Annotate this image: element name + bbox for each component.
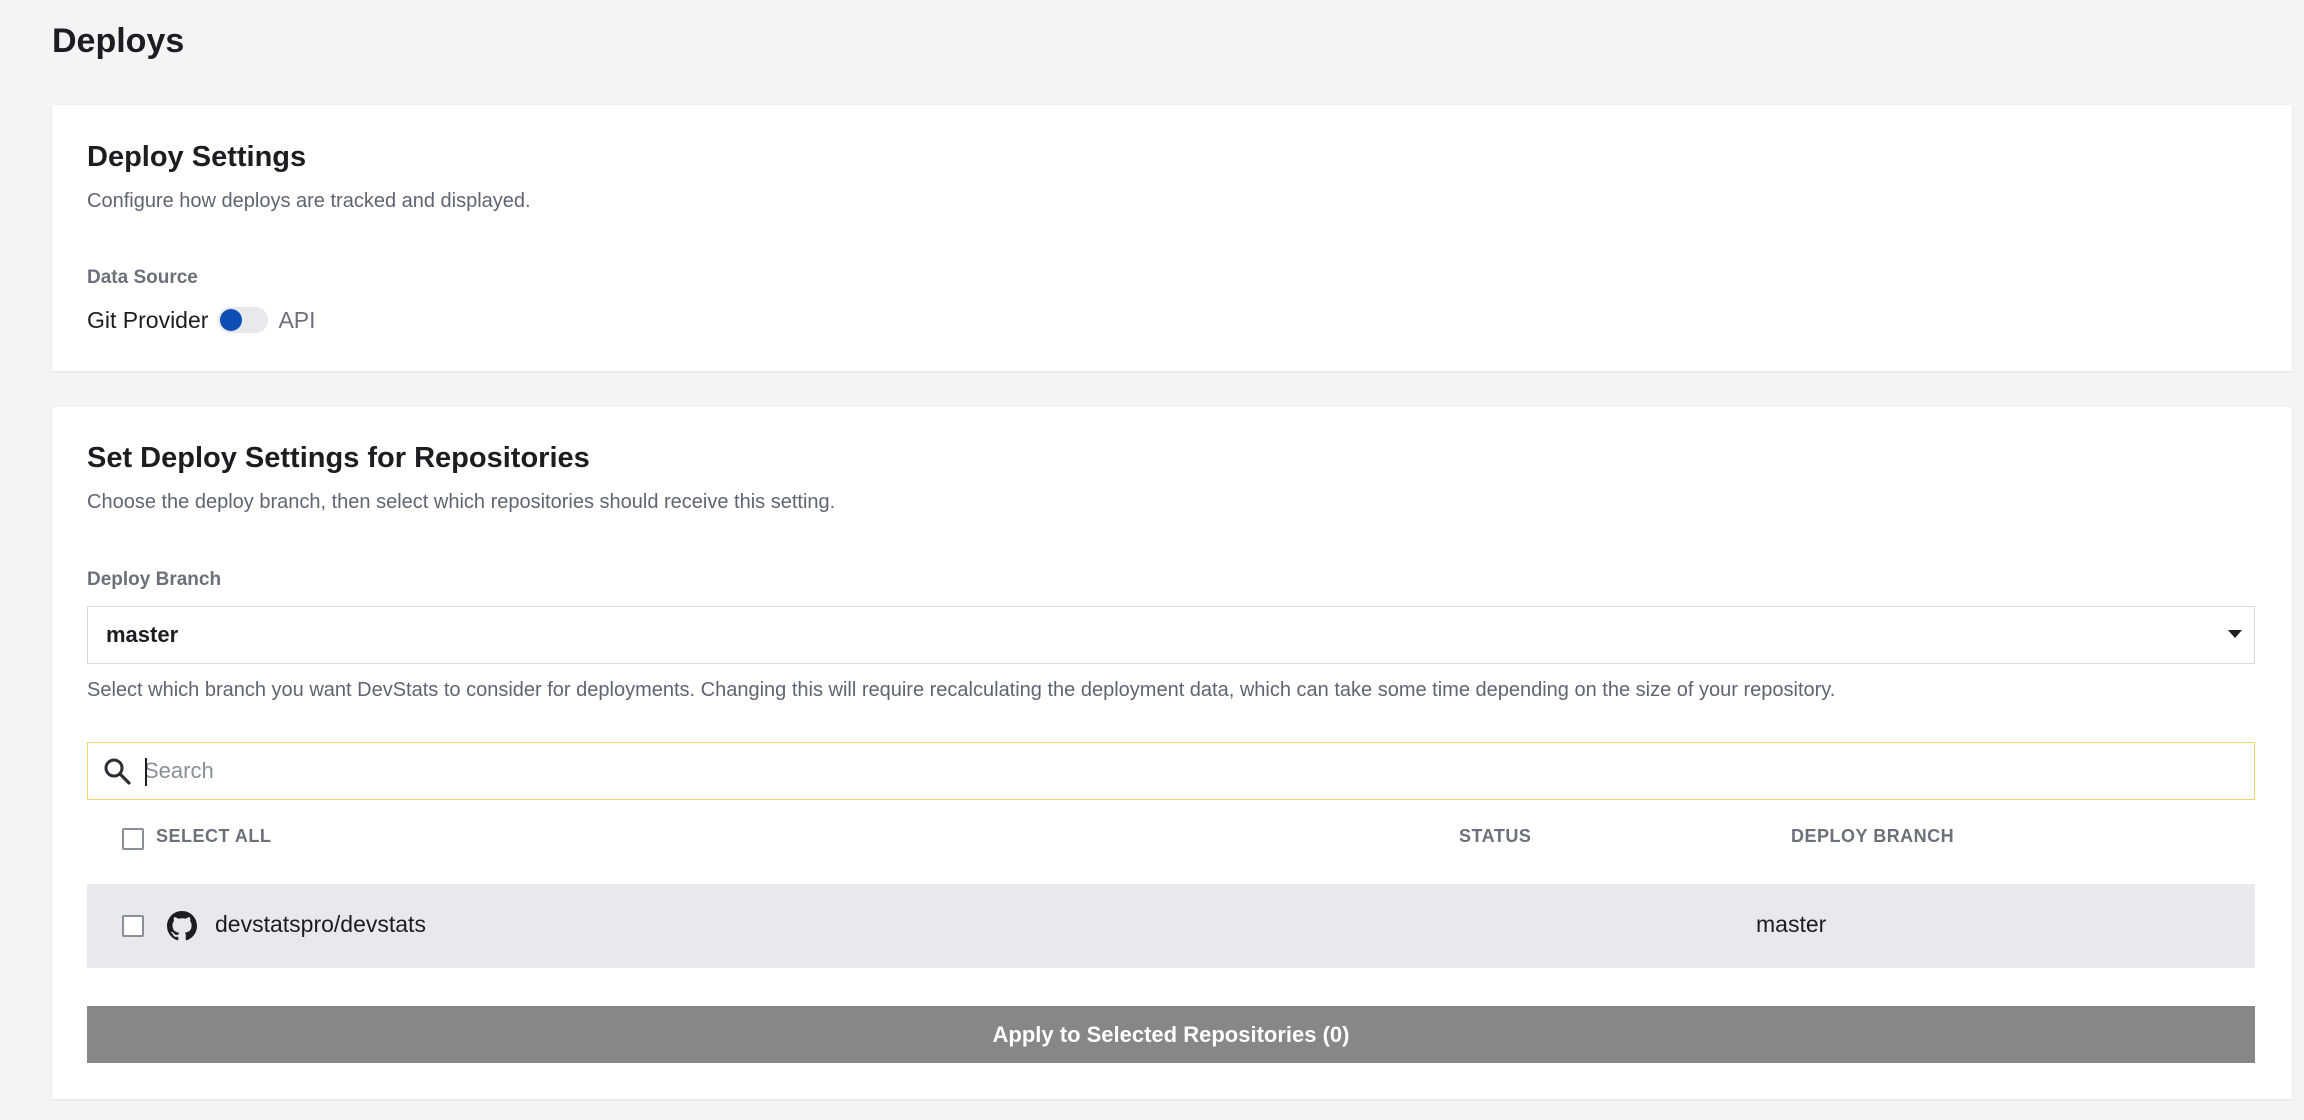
column-header-select-all[interactable]: SELECT ALL [156,826,271,847]
table-row[interactable]: devstatspro/devstats master [87,884,2255,968]
repo-deploy-branch: master [1756,911,1827,937]
chevron-down-icon [2228,630,2242,638]
data-source-label: Data Source [87,267,198,288]
column-header-status: STATUS [1459,826,1532,846]
deploy-branch-value: master [106,622,179,647]
search-box [87,742,2255,800]
repo-settings-title: Set Deploy Settings for Repositories [87,442,590,474]
search-input[interactable] [144,743,2234,799]
text-cursor [145,758,147,786]
page-title: Deploys [52,22,185,60]
apply-button[interactable]: Apply to Selected Repositories (0) [87,1006,2255,1063]
data-source-toggle[interactable] [218,307,269,333]
toggle-label-git-provider[interactable]: Git Provider [87,307,208,334]
repo-settings-subtitle: Choose the deploy branch, then select wh… [87,491,836,513]
row-checkbox[interactable] [122,915,144,937]
table-header: SELECT ALL STATUS DEPLOY BRANCH [87,816,2255,856]
deploy-branch-help: Select which branch you want DevStats to… [87,679,1836,701]
github-icon [167,911,197,941]
deploy-branch-select[interactable]: master [87,606,2255,664]
data-source-toggle-row: Git Provider API [87,303,316,337]
repo-name: devstatspro/devstats [215,911,426,937]
deploy-settings-card: Deploy Settings Configure how deploys ar… [52,105,2292,371]
deploy-settings-subtitle: Configure how deploys are tracked and di… [87,190,531,212]
deploy-branch-label: Deploy Branch [87,569,222,590]
column-header-deploy-branch: DEPLOY BRANCH [1791,826,1955,846]
toggle-label-api[interactable]: API [278,307,315,334]
deploy-settings-title: Deploy Settings [87,141,307,173]
search-icon [104,758,131,785]
repo-settings-card: Set Deploy Settings for Repositories Cho… [52,407,2292,1099]
toggle-knob [220,309,243,331]
select-all-checkbox[interactable] [122,828,144,850]
